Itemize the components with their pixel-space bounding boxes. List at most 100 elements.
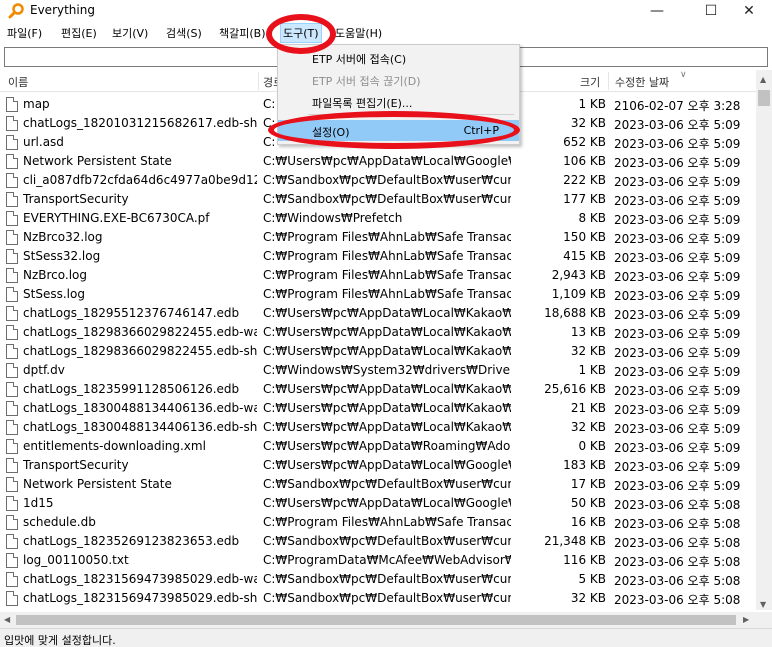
file-name: TransportSecurity <box>23 458 129 472</box>
menu-view[interactable]: 보기(V) <box>112 25 148 41</box>
file-date: 2023-03-06 오후 5:08 <box>614 574 741 588</box>
table-row[interactable]: TransportSecurity C:₩Users₩pc₩AppData₩Loc… <box>0 456 756 475</box>
file-size: 2,943 KB <box>551 268 606 282</box>
menu-item-filelist-editor[interactable]: 파일목록 편집기(E)... <box>278 91 519 112</box>
table-row[interactable]: chatLogs_18300488134406136.edb-wal C:₩Use… <box>0 399 756 418</box>
table-row[interactable]: chatLogs_18231569473985029.edb-wal C:₩San… <box>0 570 756 589</box>
vertical-scrollbar[interactable] <box>756 70 772 610</box>
file-name: StSess.log <box>23 287 85 301</box>
table-row[interactable]: chatLogs_18295512376746147.edb C:₩Users₩p… <box>0 304 756 323</box>
table-row[interactable]: chatLogs_18300488134406136.edb-shm C:₩Use… <box>0 418 756 437</box>
menu-edit[interactable]: 편집(E) <box>61 25 97 41</box>
column-date[interactable]: 수정한 날짜 <box>615 74 669 90</box>
menu-search[interactable]: 검색(S) <box>166 25 202 41</box>
column-size[interactable]: 크기 <box>580 74 600 90</box>
file-date: 2023-03-06 오후 5:09 <box>614 232 741 246</box>
scroll-left-icon[interactable]: ◀ <box>4 615 10 624</box>
file-icon <box>6 344 18 359</box>
file-date: 2023-03-06 오후 5:08 <box>614 593 741 607</box>
file-size: 652 KB <box>563 135 606 149</box>
menu-tools[interactable]: 도구(T) <box>280 23 322 43</box>
menu-separator <box>308 114 514 115</box>
column-divider[interactable] <box>608 72 609 90</box>
close-icon[interactable]: ✕ <box>726 0 772 22</box>
menu-item-disconnect-etp: ETP 서버 접속 끊기(D) <box>278 69 519 90</box>
window-title: Everything <box>30 3 95 17</box>
file-size: 32 KB <box>570 344 606 358</box>
file-date: 2023-03-06 오후 5:08 <box>614 517 741 531</box>
column-divider[interactable] <box>258 72 259 90</box>
file-path: C:₩Program Files₩AhnLab₩Safe Transactio.… <box>263 515 511 529</box>
table-row[interactable]: schedule.db C:₩Program Files₩AhnLab₩Safe … <box>0 513 756 532</box>
menu-item-shortcut: Ctrl+P <box>463 124 499 137</box>
table-row[interactable]: chatLogs_18298366029822455.edb-shm C:₩Use… <box>0 342 756 361</box>
table-row[interactable]: TransportSecurity C:₩Sandbox₩pc₩DefaultBo… <box>0 190 756 209</box>
scroll-up-icon[interactable]: ▲ <box>760 75 766 84</box>
table-row[interactable]: chatLogs_18298366029822455.edb-wal C:₩Use… <box>0 323 756 342</box>
file-name: TransportSecurity <box>23 192 129 206</box>
file-size: 183 KB <box>563 458 606 472</box>
file-icon <box>6 515 18 530</box>
file-date: 2023-03-06 오후 5:09 <box>614 213 741 227</box>
scroll-down-icon[interactable]: ▼ <box>760 600 766 609</box>
table-row[interactable]: chatLogs_18235269123823653.edb C:₩Sandbox… <box>0 532 756 551</box>
menu-help[interactable]: 도움말(H) <box>335 25 382 41</box>
file-date: 2023-03-06 오후 5:09 <box>614 422 741 436</box>
table-row[interactable]: dptf.dv C:₩Windows₩System32₩drivers₩Drive… <box>0 361 756 380</box>
file-name: dptf.dv <box>23 363 65 377</box>
file-name: url.asd <box>23 135 64 149</box>
table-row[interactable]: chatLogs_18235991128506126.edb C:₩Users₩p… <box>0 380 756 399</box>
table-row[interactable]: EVERYTHING.EXE-BC6730CA.pf C:₩Windows₩Pre… <box>0 209 756 228</box>
column-name[interactable]: 이름 <box>8 74 28 90</box>
file-date: 2023-03-06 오후 5:08 <box>614 555 741 569</box>
file-name: Network Persistent State <box>23 477 172 491</box>
file-date: 2023-03-06 오후 5:09 <box>614 289 741 303</box>
menu-item-label: 설정(O) <box>312 126 350 139</box>
file-size: 1,109 KB <box>551 287 606 301</box>
scroll-right-icon[interactable]: ▶ <box>743 615 749 624</box>
status-text: 입맛에 맞게 설정합니다. <box>4 634 116 647</box>
table-row[interactable]: log_00110050.txt C:₩ProgramData₩McAfee₩We… <box>0 551 756 570</box>
table-row[interactable]: NzBrco.log C:₩Program Files₩AhnLab₩Safe T… <box>0 266 756 285</box>
vertical-scroll-thumb[interactable] <box>758 90 770 106</box>
scrollbar-corner <box>756 612 772 628</box>
table-row[interactable]: NzBrco32.log C:₩Program Files₩AhnLab₩Safe… <box>0 228 756 247</box>
file-path: C:₩Users₩pc₩AppData₩Local₩Kakao₩Kaka... <box>263 306 511 320</box>
file-name: log_00110050.txt <box>23 553 129 567</box>
file-size: 32 KB <box>570 420 606 434</box>
file-icon <box>6 439 18 454</box>
table-row[interactable]: 1d15 C:₩Users₩pc₩AppData₩Local₩Google₩Chr… <box>0 494 756 513</box>
file-icon <box>6 249 18 264</box>
sort-descending-icon: ∨ <box>680 70 687 80</box>
file-path: C:₩Program Files₩AhnLab₩Safe Transactio.… <box>263 268 511 282</box>
file-name: schedule.db <box>23 515 96 529</box>
file-name: chatLogs_18295512376746147.edb <box>23 306 240 320</box>
table-row[interactable]: StSess.log C:₩Program Files₩AhnLab₩Safe T… <box>0 285 756 304</box>
file-name: cli_a087dfb72cfda64d6c4977a0be9d127... <box>23 173 257 187</box>
minimize-icon[interactable]: — <box>634 0 680 22</box>
file-name: entitlements-downloading.xml <box>23 439 206 453</box>
file-name: EVERYTHING.EXE-BC6730CA.pf <box>23 211 210 225</box>
table-row[interactable]: StSess32.log C:₩Program Files₩AhnLab₩Safe… <box>0 247 756 266</box>
file-size: 5 KB <box>578 572 606 586</box>
file-name: StSess32.log <box>23 249 101 263</box>
horizontal-scroll-thumb[interactable] <box>16 615 736 625</box>
table-row[interactable]: Network Persistent State C:₩Users₩pc₩AppD… <box>0 152 756 171</box>
file-size: 32 KB <box>570 591 606 605</box>
file-path: C:₩Program Files₩AhnLab₩Safe Transactio.… <box>263 230 511 244</box>
file-size: 177 KB <box>563 192 606 206</box>
table-row[interactable]: cli_a087dfb72cfda64d6c4977a0be9d127... C:… <box>0 171 756 190</box>
menu-item-label: ETP 서버 접속 끊기(D) <box>312 75 421 88</box>
file-date: 2023-03-06 오후 5:09 <box>614 118 741 132</box>
table-row[interactable]: entitlements-downloading.xml C:₩Users₩pc₩… <box>0 437 756 456</box>
menu-file[interactable]: 파일(F) <box>7 25 42 41</box>
table-row[interactable]: Network Persistent State C:₩Sandbox₩pc₩De… <box>0 475 756 494</box>
menu-item-label: 파일목록 편집기(E)... <box>312 97 413 110</box>
file-path: C:₩Users₩pc₩AppData₩Local₩Kakao₩Kaka... <box>263 325 511 339</box>
menu-item-connect-etp[interactable]: ETP 서버에 접속(C) <box>278 47 519 68</box>
menu-item-options[interactable]: 설정(O) Ctrl+P <box>278 120 519 141</box>
file-date: 2023-03-06 오후 5:09 <box>614 308 741 322</box>
table-row[interactable]: chatLogs_18231569473985029.edb-shm C:₩San… <box>0 589 756 608</box>
file-name: NzBrco.log <box>23 268 88 282</box>
menu-bookmarks[interactable]: 책갈피(B) <box>219 25 269 41</box>
